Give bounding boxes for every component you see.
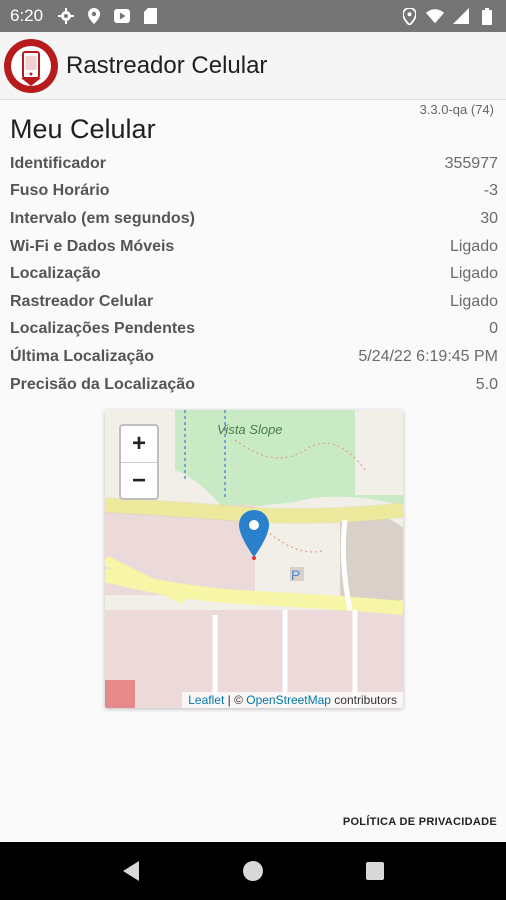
info-label: Última Localização	[10, 347, 155, 365]
info-label: Localização	[10, 265, 101, 283]
info-value: 30	[480, 209, 498, 227]
svg-text:P: P	[291, 567, 300, 583]
info-row-accuracy: Precisão da Localização 5.0	[10, 371, 498, 399]
phone-logo-icon	[4, 38, 58, 93]
zoom-control: + −	[119, 424, 159, 500]
info-value: Ligado	[449, 292, 498, 310]
status-icons-left	[57, 7, 159, 25]
home-icon[interactable]	[238, 856, 268, 886]
info-label: Identificador	[10, 154, 107, 172]
version-label: 3.3.0-qa (74)	[419, 102, 494, 117]
info-row-timezone: Fuso Horário -3	[10, 178, 498, 206]
info-list: Identificador 355977 Fuso Horário -3 Int…	[10, 150, 498, 398]
map-place-label: Vista Slope	[217, 422, 283, 437]
info-row-interval: Intervalo (em segundos) 30	[10, 205, 498, 233]
map-view[interactable]: P Vista Slope + − Leaflet | © OpenStreet…	[105, 410, 403, 708]
info-row-tracker: Rastreador Celular Ligado	[10, 288, 498, 316]
info-row-identifier: Identificador 355977	[10, 150, 498, 178]
info-value: 5/24/22 6:19:45 PM	[358, 347, 498, 365]
zoom-in-button[interactable]: +	[121, 426, 157, 462]
info-label: Intervalo (em segundos)	[10, 209, 195, 227]
location-icon	[85, 7, 103, 25]
zoom-out-button[interactable]: −	[121, 462, 157, 498]
info-row-network: Wi-Fi e Dados Móveis Ligado	[10, 233, 498, 261]
info-value: Ligado	[449, 237, 498, 255]
attribution-suffix: contributors	[330, 693, 397, 707]
info-value: 0	[489, 320, 498, 338]
info-label: Rastreador Celular	[10, 292, 154, 310]
location-icon	[400, 7, 418, 25]
info-label: Fuso Horário	[10, 182, 110, 200]
back-icon[interactable]	[116, 856, 146, 886]
info-row-pending: Localizações Pendentes 0	[10, 316, 498, 344]
attribution-separator: | ©	[224, 693, 247, 707]
info-label: Precisão da Localização	[10, 375, 195, 393]
battery-icon	[478, 7, 496, 25]
info-value: Ligado	[449, 265, 498, 283]
status-time: 6:20	[10, 6, 44, 25]
nav-bar	[0, 842, 506, 900]
info-value: 355977	[444, 154, 498, 172]
leaflet-link[interactable]: Leaflet	[188, 693, 224, 707]
info-value: -3	[483, 182, 498, 200]
status-icons-right	[400, 7, 496, 25]
app-title: Rastreador Celular	[66, 51, 268, 79]
info-row-last-location: Última Localização 5/24/22 6:19:45 PM	[10, 343, 498, 371]
info-value: 5.0	[475, 375, 498, 393]
page-title: Meu Celular	[10, 114, 156, 144]
info-row-location: Localização Ligado	[10, 260, 498, 288]
app-bar: Rastreador Celular	[0, 32, 506, 100]
info-label: Localizações Pendentes	[10, 320, 195, 338]
map-attribution: Leaflet | © OpenStreetMap contributors	[182, 692, 403, 708]
recents-icon[interactable]	[360, 856, 390, 886]
signal-icon	[452, 7, 470, 25]
status-bar: 6:20	[0, 0, 506, 32]
info-label: Wi-Fi e Dados Móveis	[10, 237, 175, 255]
privacy-policy-button[interactable]: POLÍTICA DE PRIVACIDADE	[343, 816, 497, 828]
osm-link[interactable]: OpenStreetMap	[246, 693, 331, 707]
settings-icon	[57, 7, 75, 25]
sd-card-icon	[141, 7, 159, 25]
wifi-icon	[426, 7, 444, 25]
play-icon	[113, 7, 131, 25]
